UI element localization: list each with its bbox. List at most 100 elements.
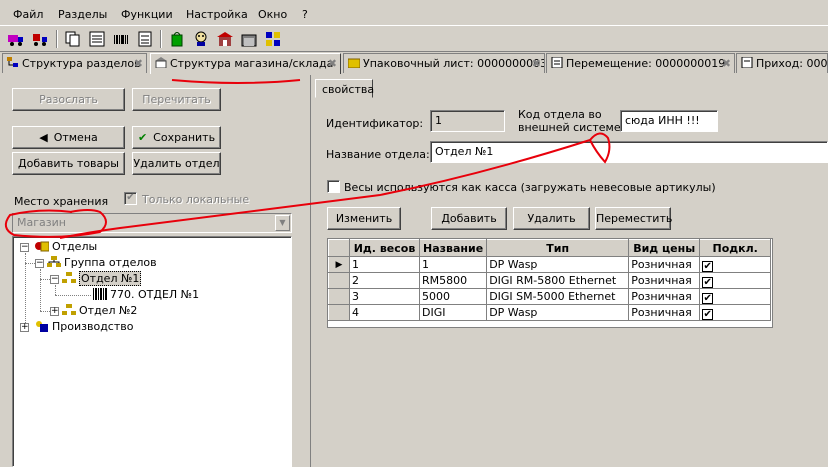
menu-functions[interactable]: Функции (121, 8, 173, 21)
barcode-icon (93, 288, 107, 300)
menu-bar: Файл Разделы Функции Настройка Окно ? (0, 0, 828, 26)
delete-department-button[interactable]: Удалить отдел (132, 152, 221, 175)
cell-type[interactable]: DIGI RM-5800 Ethernet (486, 272, 630, 289)
cell-price-type[interactable]: Розничная (628, 256, 701, 273)
truck-icon[interactable] (6, 29, 26, 49)
cell-type[interactable]: DIGI SM-5000 Ethernet (486, 288, 630, 305)
menu-help[interactable]: ? (302, 8, 308, 21)
cell-connected[interactable]: ✔ (699, 272, 772, 289)
storage-location-select[interactable]: Магазин ▼ (12, 213, 292, 233)
cell-name[interactable]: 1 (419, 256, 488, 273)
tab-transfer[interactable]: Перемещение: 0000000019 ✖ (546, 53, 735, 73)
connected-checkbox[interactable]: ✔ (702, 260, 714, 272)
edit-button[interactable]: Изменить (327, 207, 401, 230)
close-icon[interactable]: ✖ (134, 57, 143, 70)
col-name[interactable]: Название (418, 239, 488, 257)
production-icon (36, 321, 48, 332)
tree-collapse-toggle[interactable]: − (20, 243, 29, 252)
col-scale-id[interactable]: Ид. весов (349, 239, 420, 257)
only-local-checkbox[interactable]: ✔ (124, 192, 137, 205)
store-icon[interactable] (215, 29, 235, 49)
cell-scale-id[interactable]: 2 (349, 272, 420, 289)
chevron-down-icon[interactable]: ▼ (275, 215, 290, 231)
tab-section-structure[interactable]: Структура разделов ✖ (2, 53, 147, 73)
cell-scale-id[interactable]: 4 (349, 304, 420, 321)
tree-line (40, 269, 41, 311)
cancel-button[interactable]: ◀ Отмена (12, 126, 125, 149)
cell-connected[interactable]: ✔ (699, 288, 772, 305)
move-button[interactable]: Переместить (595, 207, 672, 230)
tab-receipt[interactable]: Приход: 0000000 (736, 53, 828, 73)
close-icon[interactable]: ✖ (722, 57, 731, 70)
col-connected[interactable]: Подкл. (699, 239, 772, 257)
external-code-field[interactable]: сюда ИНН !!! (620, 110, 718, 132)
col-price-type[interactable]: Вид цены (628, 239, 701, 257)
delete-scale-button[interactable]: Удалить (513, 207, 590, 230)
send-button[interactable]: Разослать (12, 88, 125, 111)
save-button[interactable]: ✔ Сохранить (132, 126, 221, 149)
save-button-label: Сохранить (153, 131, 216, 144)
barcode-icon[interactable] (111, 29, 131, 49)
warehouse-icon[interactable] (239, 29, 259, 49)
checkmark-icon: ✔ (137, 131, 148, 144)
cell-scale-id[interactable]: 3 (349, 288, 420, 305)
connected-checkbox[interactable]: ✔ (702, 308, 714, 320)
tree-node-production[interactable]: Производство (35, 319, 133, 335)
person-icon[interactable] (191, 29, 211, 49)
tree-expand-toggle[interactable]: + (50, 307, 59, 316)
tree-collapse-toggle[interactable]: − (50, 275, 59, 284)
cell-connected[interactable]: ✔ (699, 256, 772, 273)
tree-node-department-1[interactable]: Отдел №1 (62, 271, 142, 287)
col-type[interactable]: Тип (486, 239, 630, 257)
tab-packing-list[interactable]: Упаковочный лист: 0000000003 ✖ (343, 53, 545, 73)
connected-checkbox[interactable]: ✔ (702, 276, 714, 288)
bag-icon[interactable] (167, 29, 187, 49)
cell-name[interactable]: RM5800 (419, 272, 488, 289)
tab-properties[interactable]: свойства (315, 79, 374, 98)
cell-connected[interactable]: ✔ (699, 304, 772, 321)
group-icon (47, 256, 61, 267)
tab-store-structure[interactable]: Структура магазина/склада ✖ (150, 53, 341, 74)
add-scale-button[interactable]: Добавить (431, 207, 507, 230)
tree-expand-toggle[interactable]: + (20, 323, 29, 332)
table-corner (328, 239, 350, 257)
transfer-icon (551, 57, 563, 68)
close-icon[interactable]: ✖ (532, 57, 541, 70)
scales-as-register-checkbox[interactable] (327, 180, 340, 193)
list-icon[interactable] (87, 29, 107, 49)
cell-scale-id[interactable]: 1 (349, 256, 420, 273)
tree-collapse-toggle[interactable]: − (35, 259, 44, 268)
menu-sections[interactable]: Разделы (58, 8, 107, 21)
table-row[interactable]: ▶ 1 1 DP Wasp Розничная ✔ (328, 256, 772, 273)
close-icon[interactable]: ✖ (328, 57, 337, 70)
table-row[interactable]: 4 DIGI DP Wasp Розничная ✔ (328, 304, 772, 321)
menu-window[interactable]: Окно (258, 8, 287, 21)
cell-name[interactable]: 5000 (419, 288, 488, 305)
cell-price-type[interactable]: Розничная (628, 304, 701, 321)
tree-node-department-group[interactable]: Группа отделов (47, 255, 157, 271)
receipt-icon (741, 57, 753, 68)
menu-settings[interactable]: Настройка (186, 8, 248, 21)
add-goods-button[interactable]: Добавить товары (12, 152, 125, 175)
tree-node-departments[interactable]: Отделы (35, 239, 97, 255)
calculator-icon[interactable] (135, 29, 155, 49)
table-row[interactable]: 2 RM5800 DIGI RM-5800 Ethernet Розничная… (328, 272, 772, 289)
department-name-field[interactable]: Отдел №1 (430, 141, 828, 163)
copy-icon[interactable] (63, 29, 83, 49)
cell-name[interactable]: DIGI (419, 304, 488, 321)
cell-price-type[interactable]: Розничная (628, 288, 701, 305)
menu-file[interactable]: Файл (13, 8, 43, 21)
cell-type[interactable]: DP Wasp (486, 304, 630, 321)
truck-return-icon[interactable] (30, 29, 50, 49)
tree-node-scale-770[interactable]: 770. ОТДЕЛ №1 (93, 287, 199, 303)
department-name-label: Название отдела: (326, 148, 430, 161)
connected-checkbox[interactable]: ✔ (702, 292, 714, 304)
tree-node-department-2[interactable]: Отдел №2 (62, 303, 137, 319)
reread-button[interactable]: Перечитать (132, 88, 221, 111)
toolbar-separator (56, 30, 58, 48)
table-row[interactable]: 3 5000 DIGI SM-5000 Ethernet Розничная ✔ (328, 288, 772, 305)
cell-price-type[interactable]: Розничная (628, 272, 701, 289)
grid-icon[interactable] (263, 29, 283, 49)
identifier-field: 1 (430, 110, 505, 132)
cell-type[interactable]: DP Wasp (486, 256, 630, 273)
